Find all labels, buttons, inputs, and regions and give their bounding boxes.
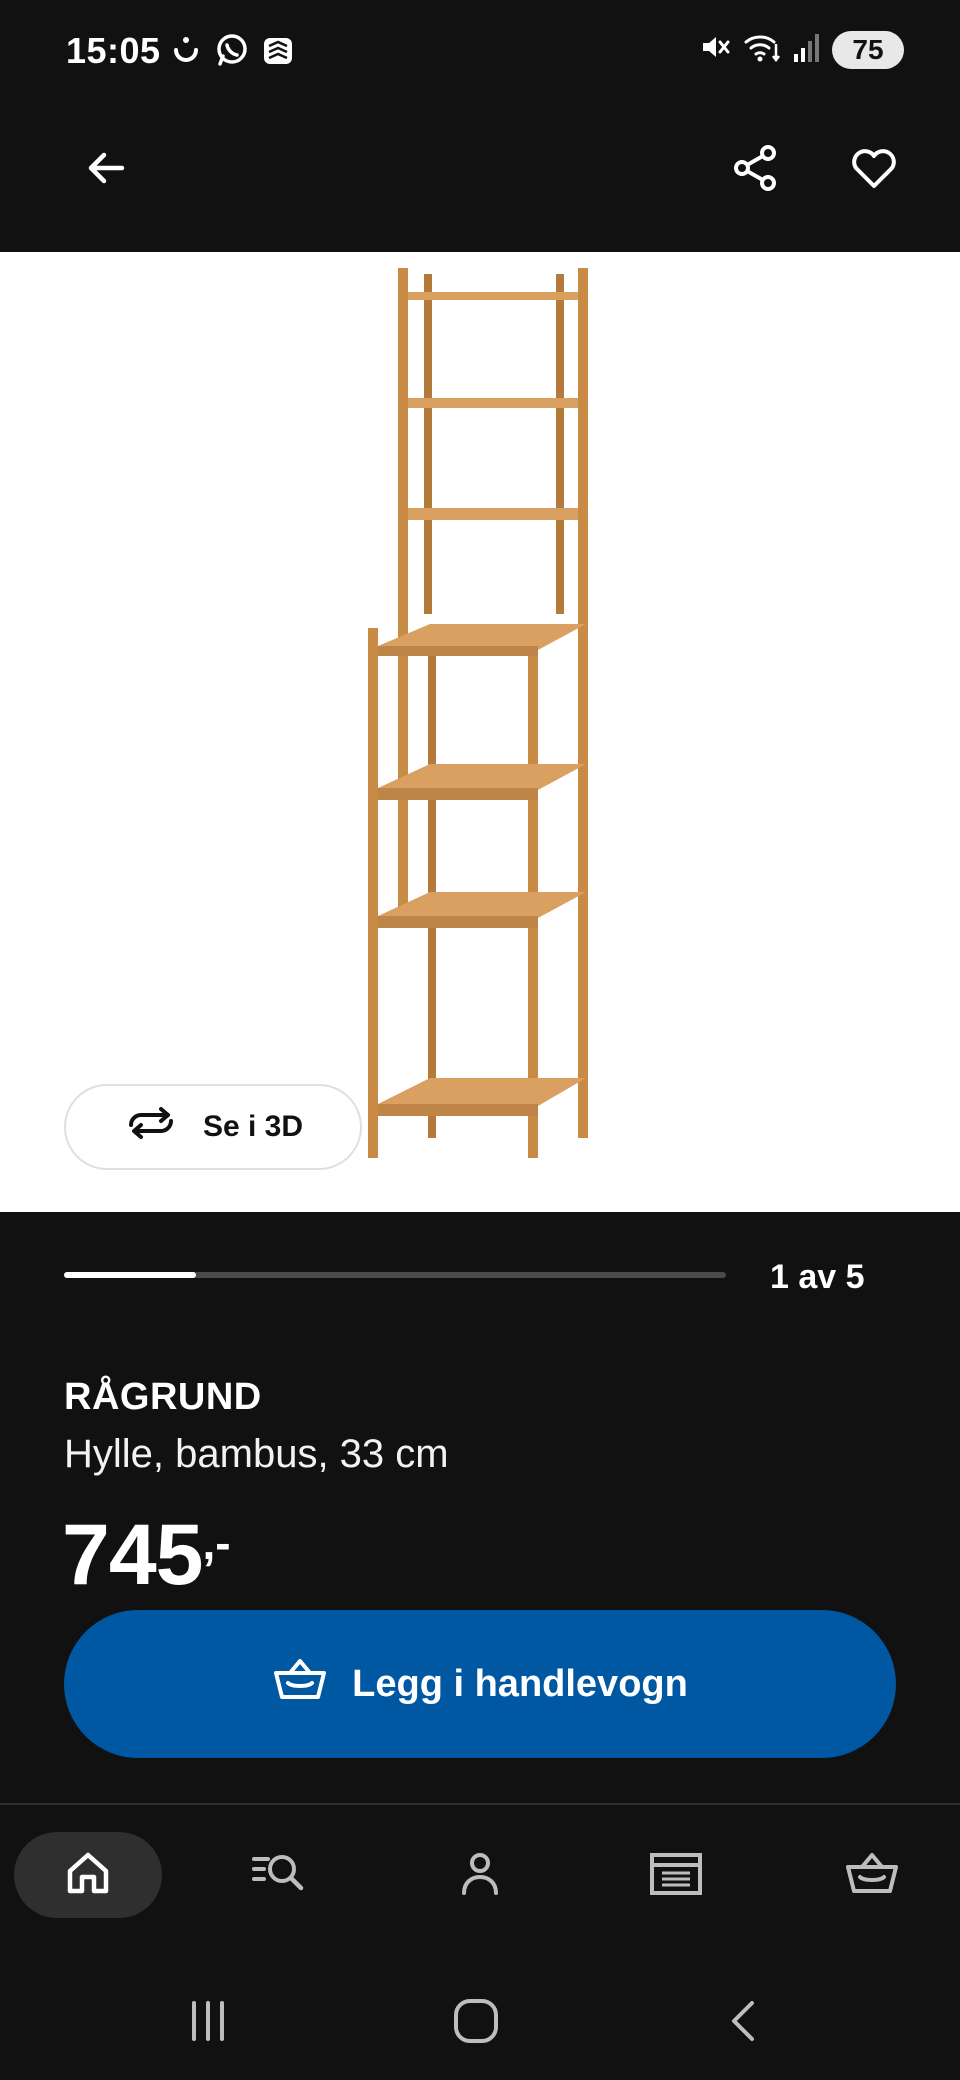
share-button[interactable] — [720, 134, 792, 206]
battery-indicator: 75 — [832, 30, 904, 69]
nav-search[interactable] — [208, 1832, 356, 1918]
system-navigation — [0, 1966, 960, 2080]
ramadan-icon — [168, 32, 204, 73]
bottom-divider — [0, 1803, 960, 1805]
view-in-3d-label: Se i 3D — [202, 1110, 304, 1143]
recents-button[interactable] — [168, 1990, 248, 2056]
gallery-progress-fill — [64, 1272, 197, 1278]
price-suffix: ,- — [202, 1517, 231, 1569]
share-icon — [730, 142, 782, 199]
nav-home[interactable] — [14, 1832, 162, 1918]
add-to-cart-button[interactable]: Legg i handlevogn — [64, 1610, 896, 1758]
gallery-progress-bar — [64, 1272, 726, 1278]
favorite-button[interactable] — [838, 134, 910, 206]
basket-icon — [272, 1655, 328, 1713]
home-system-button[interactable] — [436, 1990, 516, 2056]
price-value: 745 — [62, 1507, 203, 1603]
recents-icon — [184, 1997, 232, 2050]
status-left-icons — [168, 32, 296, 73]
gallery-counter: 1 av 5 — [770, 1258, 865, 1296]
status-bar: 15:05 75 — [0, 0, 960, 104]
product-description: Hylle, bambus, 33 cm — [64, 1432, 449, 1476]
whatsapp-icon — [214, 32, 250, 73]
nav-store[interactable] — [602, 1832, 750, 1918]
product-image-carousel[interactable]: Se i 3D — [0, 252, 960, 1212]
search-list-icon — [250, 1847, 314, 1904]
product-name: RÅGRUND — [64, 1376, 262, 1418]
nav-cart[interactable] — [798, 1832, 946, 1918]
signal-icon — [792, 30, 822, 69]
battery-level: 75 — [852, 33, 884, 65]
status-right-icons: 75 — [698, 30, 904, 69]
status-time: 15:05 — [66, 30, 161, 71]
stack-icon — [260, 32, 296, 73]
bottom-navigation — [0, 1832, 960, 1924]
home-icon — [62, 1847, 114, 1904]
store-icon — [646, 1847, 706, 1904]
add-to-cart-label: Legg i handlevogn — [352, 1662, 688, 1705]
mute-icon — [698, 30, 732, 69]
back-chevron-icon — [722, 1997, 770, 2050]
arrow-left-icon — [82, 144, 130, 197]
heart-icon — [848, 142, 900, 199]
back-button[interactable] — [70, 134, 142, 206]
product-image-shelf — [368, 268, 588, 1158]
person-icon — [454, 1847, 506, 1904]
wifi-icon — [742, 30, 782, 69]
home-circle-icon — [450, 1995, 502, 2052]
nav-profile[interactable] — [406, 1832, 554, 1918]
basket-icon — [842, 1847, 902, 1904]
top-navigation — [0, 104, 960, 252]
rotate-icon — [123, 1105, 179, 1149]
view-in-3d-button[interactable]: Se i 3D — [64, 1084, 362, 1170]
back-system-button[interactable] — [706, 1990, 786, 2056]
product-price: 745 ,- — [62, 1512, 231, 1598]
